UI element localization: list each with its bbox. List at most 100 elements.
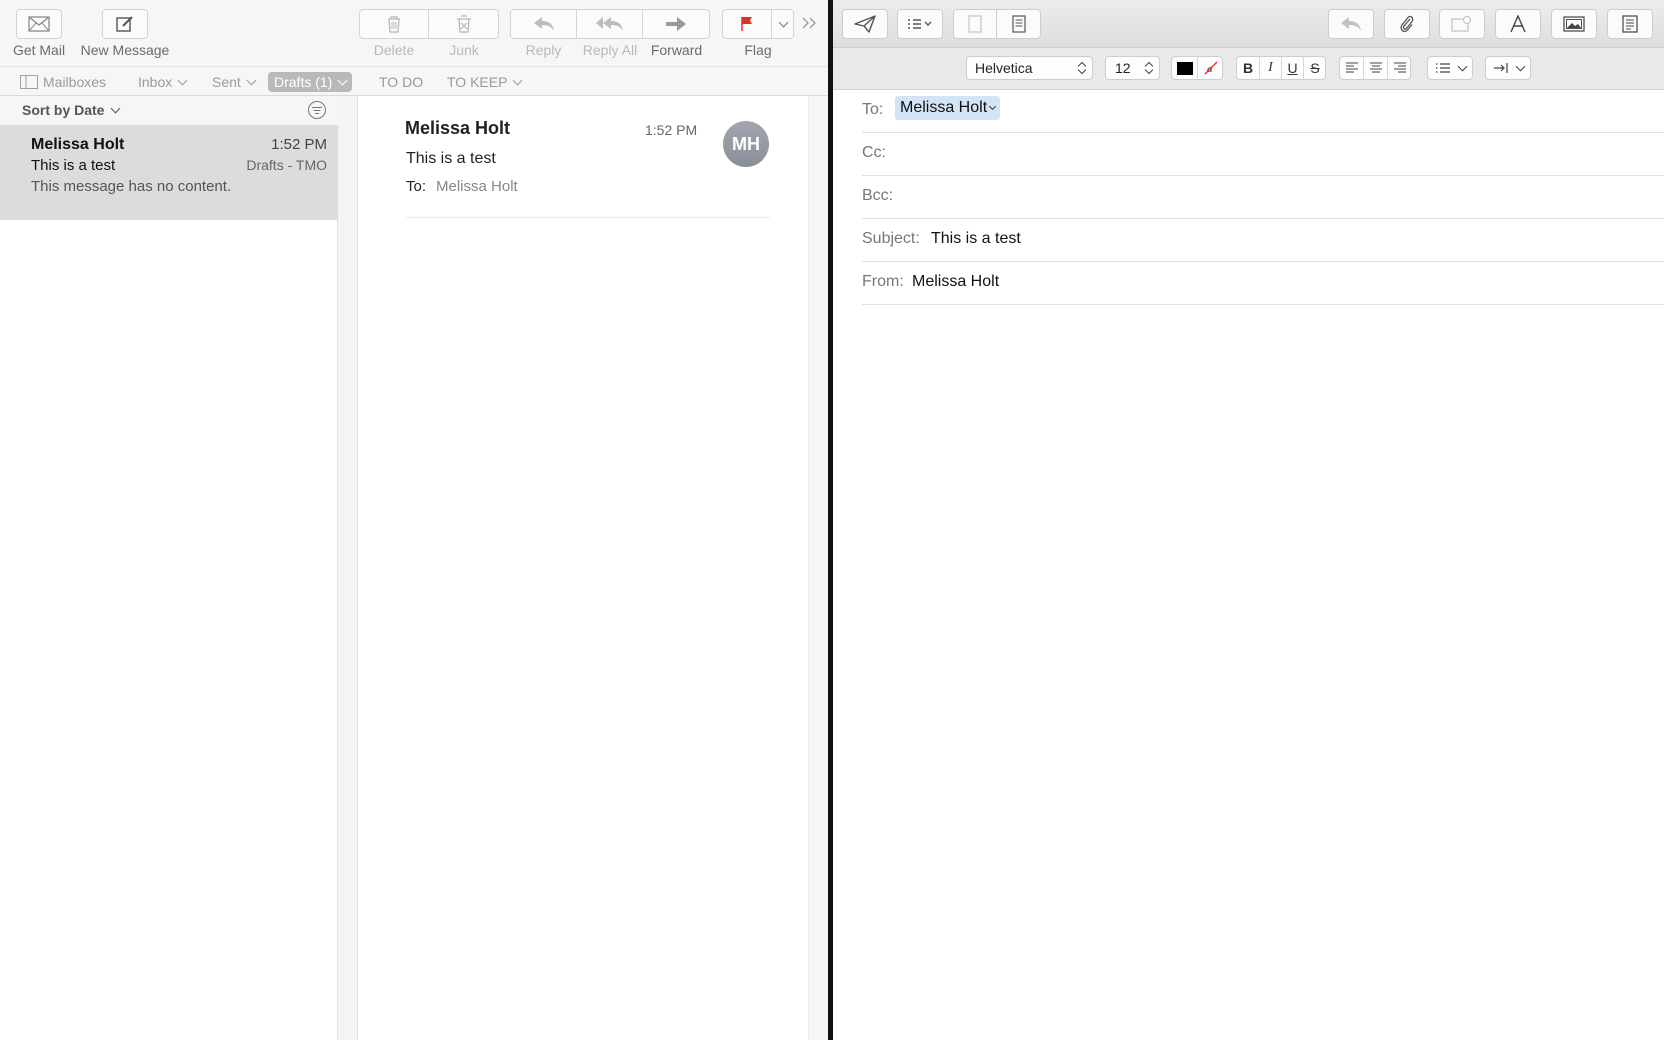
stepper-icon xyxy=(1078,60,1086,76)
fav-sent-label: Sent xyxy=(212,74,241,90)
align-center-button[interactable] xyxy=(1364,57,1388,79)
fav-to-keep-label: TO KEEP xyxy=(447,74,508,90)
fav-sent[interactable]: Sent xyxy=(212,72,257,92)
paperclip-icon xyxy=(1400,15,1414,33)
delete-button[interactable] xyxy=(359,9,429,39)
reply-all-button[interactable] xyxy=(577,9,643,39)
message-recipients: To: Melissa Holt xyxy=(406,178,518,195)
photo-icon xyxy=(1563,16,1585,32)
from-label: From: xyxy=(862,273,904,290)
junk-button[interactable] xyxy=(429,9,499,39)
bullet-list-icon xyxy=(1435,63,1450,73)
delete-junk-group: Delete Junk xyxy=(359,9,499,65)
markup-icon xyxy=(1451,16,1472,32)
list-style-select[interactable] xyxy=(1427,56,1473,80)
header-fields-button[interactable] xyxy=(897,9,943,39)
reply-icon xyxy=(533,17,554,31)
sort-label: Sort by Date xyxy=(22,102,105,118)
format-toggle-right-button[interactable] xyxy=(997,9,1041,39)
list-item[interactable]: Melissa Holt 1:52 PM This is a test Draf… xyxy=(0,125,338,220)
get-mail-label: Get Mail xyxy=(12,42,66,58)
compose-reply-button[interactable] xyxy=(1328,9,1374,39)
stationery-button[interactable] xyxy=(1607,9,1653,39)
cc-label: Cc: xyxy=(862,144,886,161)
to-field[interactable]: To: Melissa Holt xyxy=(862,90,1664,133)
mail-viewer-window: Get Mail New Message Delete Junk Reply R… xyxy=(0,0,828,1040)
fav-to-keep[interactable]: TO KEEP xyxy=(447,72,523,92)
fav-todo[interactable]: TO DO xyxy=(379,72,423,92)
italic-button[interactable]: I xyxy=(1260,57,1282,79)
flag-group: Flag xyxy=(722,9,794,65)
fav-mailboxes[interactable]: Mailboxes xyxy=(20,72,106,92)
alignment-group xyxy=(1339,56,1411,80)
subject-field[interactable]: Subject: This is a test xyxy=(862,219,1664,262)
annotate-button[interactable] xyxy=(1439,9,1485,39)
message-body-editor[interactable] xyxy=(862,306,1664,1040)
sort-by-date-button[interactable]: Sort by Date xyxy=(22,102,121,118)
attach-button[interactable] xyxy=(1384,9,1430,39)
bcc-field[interactable]: Bcc: xyxy=(862,176,1664,219)
bcc-label: Bcc: xyxy=(862,187,894,204)
fonts-button[interactable] xyxy=(1495,9,1541,39)
cc-field[interactable]: Cc: xyxy=(862,133,1664,176)
font-size-select[interactable]: 12 xyxy=(1105,56,1160,80)
list-item-subject: This is a test xyxy=(31,157,116,174)
get-mail-button[interactable] xyxy=(16,9,62,39)
get-mail-group: Get Mail xyxy=(10,9,70,65)
from-value: Melissa Holt xyxy=(912,273,1000,290)
sort-bar: Sort by Date xyxy=(0,96,338,125)
double-chevron-right-icon xyxy=(802,17,816,29)
fav-drafts[interactable]: Drafts (1) xyxy=(268,72,353,92)
background-color-button[interactable]: a xyxy=(1198,57,1223,79)
chevron-down-icon xyxy=(1515,61,1525,71)
new-message-button[interactable] xyxy=(102,9,148,39)
trash-icon xyxy=(388,16,400,33)
reply-label: Reply xyxy=(525,42,562,58)
font-family-select[interactable]: Helvetica xyxy=(966,56,1093,80)
indent-select[interactable] xyxy=(1485,56,1531,80)
list-icon xyxy=(908,19,932,29)
filter-icon[interactable] xyxy=(308,101,326,119)
document-blank-icon xyxy=(968,15,982,33)
bold-button[interactable]: B xyxy=(1237,57,1260,79)
align-right-button[interactable] xyxy=(1388,57,1411,79)
list-item-sender: Melissa Holt xyxy=(31,136,125,153)
align-left-button[interactable] xyxy=(1340,57,1364,79)
delete-label: Delete xyxy=(373,42,415,58)
flag-label: Flag xyxy=(744,42,772,58)
text-color-button[interactable] xyxy=(1172,57,1198,79)
photo-browser-button[interactable] xyxy=(1551,9,1597,39)
fav-inbox-label: Inbox xyxy=(138,74,173,90)
chevron-down-icon xyxy=(1457,61,1467,71)
fav-drafts-label: Drafts (1) xyxy=(274,74,333,90)
subject-label: Subject: xyxy=(862,230,920,247)
no-highlight-icon: a xyxy=(1204,61,1217,75)
chevron-down-icon xyxy=(177,75,188,85)
flag-button[interactable] xyxy=(722,9,772,39)
fav-inbox[interactable]: Inbox xyxy=(138,72,188,92)
list-item-preview: This message has no content. xyxy=(31,178,232,195)
toolbar-overflow-button[interactable] xyxy=(800,14,820,34)
reply-button[interactable] xyxy=(510,9,577,39)
color-group: a xyxy=(1171,56,1223,80)
to-label: To: xyxy=(862,101,884,118)
pane-divider[interactable] xyxy=(338,96,358,1040)
reading-pane-scrollbar[interactable] xyxy=(808,96,828,1040)
forward-button[interactable] xyxy=(643,9,710,39)
send-button[interactable] xyxy=(842,9,888,39)
font-icon xyxy=(1510,15,1526,33)
align-left-icon xyxy=(1345,62,1358,73)
indent-icon xyxy=(1493,63,1508,73)
flag-menu-button[interactable] xyxy=(772,9,794,39)
new-message-group: New Message xyxy=(75,9,175,65)
recipient-token[interactable]: Melissa Holt xyxy=(895,96,1001,120)
underline-button[interactable]: U xyxy=(1282,57,1304,79)
chevron-down-icon xyxy=(778,17,789,27)
strikethrough-button[interactable]: S xyxy=(1304,57,1326,79)
list-item-mailbox: Drafts - TMO xyxy=(246,157,327,173)
format-bar: Helvetica 12 a B I U S xyxy=(833,48,1664,90)
from-field[interactable]: From: Melissa Holt xyxy=(862,262,1664,305)
to-value[interactable]: Melissa Holt xyxy=(436,178,518,195)
junk-icon xyxy=(456,15,471,33)
format-toggle-left-button[interactable] xyxy=(953,9,997,39)
